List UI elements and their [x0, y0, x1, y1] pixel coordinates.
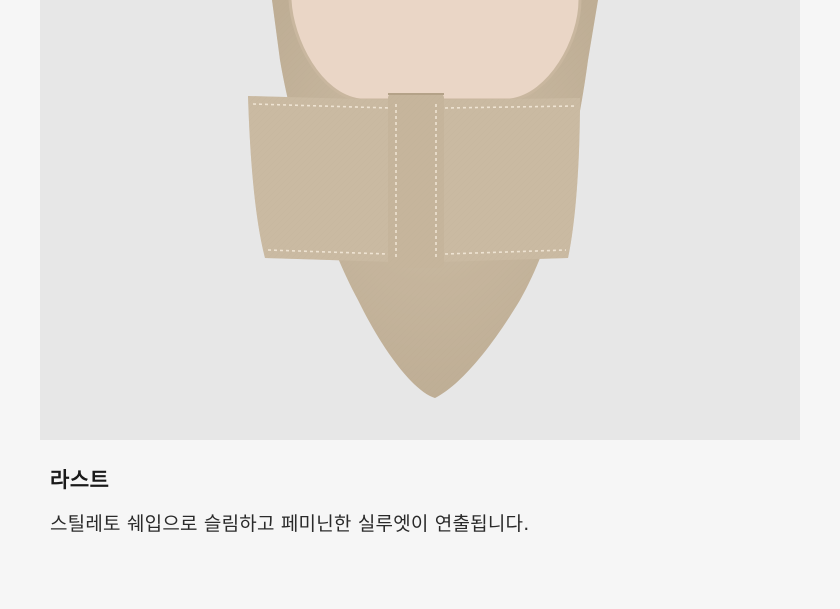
- shoe-insole: [290, 0, 580, 100]
- feature-description: 스틸레토 쉐입으로 슬림하고 페미닌한 실루엣이 연출됩니다.: [50, 513, 530, 535]
- product-detail-photo: [40, 0, 800, 440]
- shoe-bow-detail-image: [248, 0, 598, 398]
- feature-title: 라스트: [50, 468, 110, 492]
